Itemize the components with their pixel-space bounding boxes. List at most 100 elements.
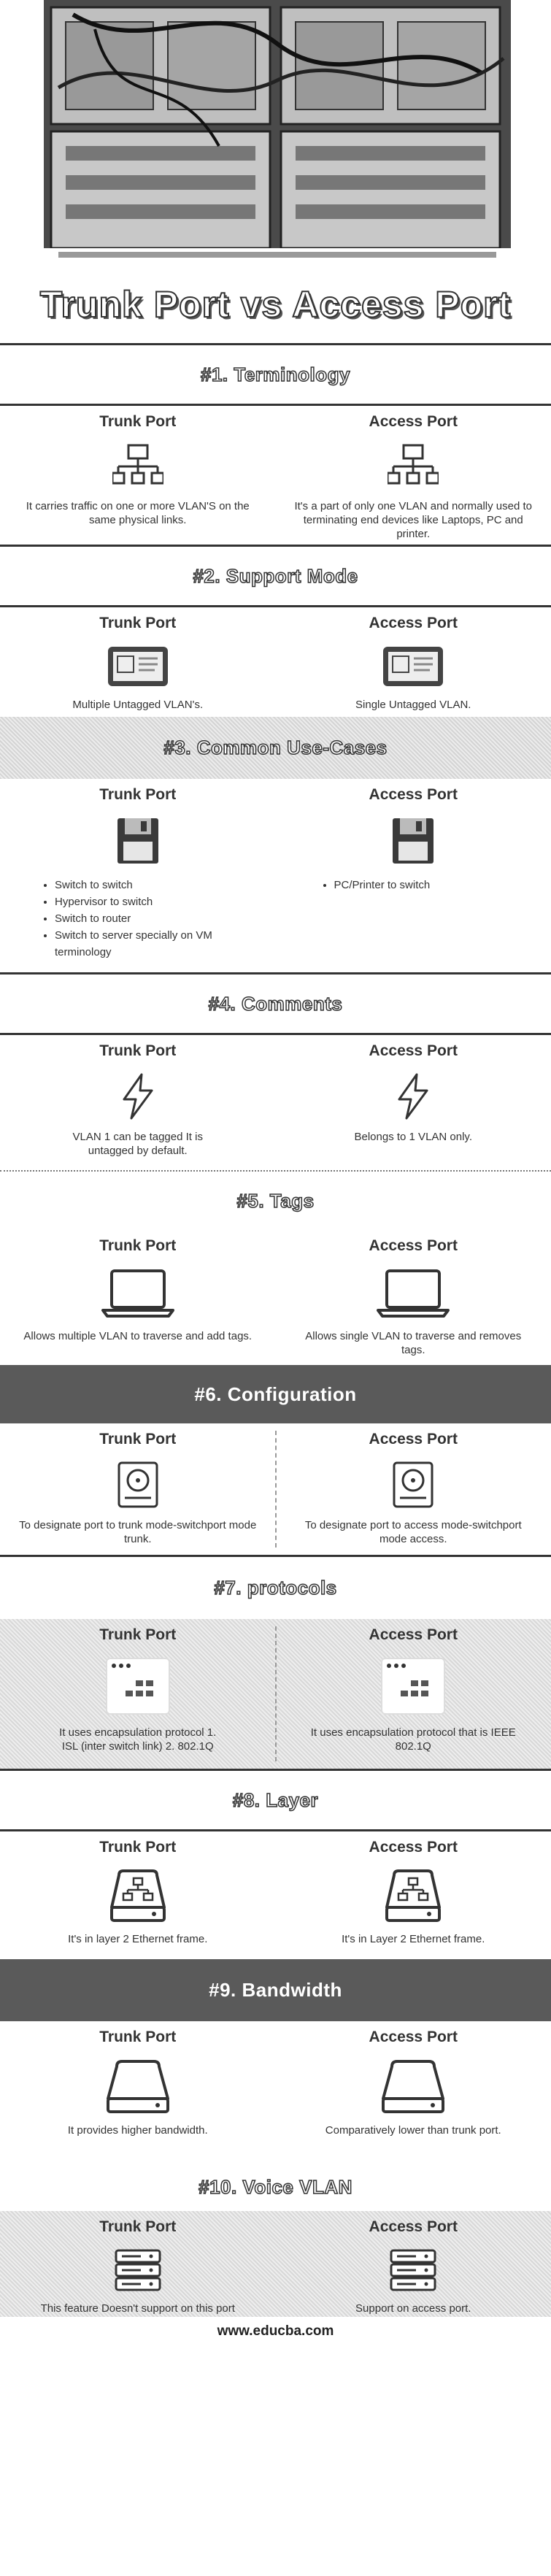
footer-website: www.educba.com	[217, 2323, 334, 2339]
external-drive-icon	[382, 2060, 445, 2113]
access-label: Access Port	[369, 1626, 458, 1643]
trunk-label: Trunk Port	[99, 2029, 177, 2045]
infographic-page: Trunk Port vs Access Port #1. Terminolog…	[0, 0, 551, 2576]
trunk-label: Trunk Port	[99, 615, 177, 631]
section-heading: #4. Comments	[0, 974, 551, 1033]
trunk-description: It provides higher bandwidth.	[67, 2124, 208, 2137]
list-item: Switch to server specially on VM termino…	[55, 927, 261, 961]
access-description: It uses encapsulation protocol that is I…	[310, 1726, 516, 1753]
section-title: #5. Tags	[236, 1189, 315, 1212]
section-heading: #2. Support Mode	[0, 547, 551, 605]
section-heading: #8. Layer	[0, 1771, 551, 1829]
tablet-icon	[107, 647, 168, 686]
section-body: Trunk Port Allows multiple VLAN to trave…	[0, 1230, 551, 1365]
trunk-label: Trunk Port	[99, 2218, 177, 2235]
page-title: Trunk Port vs Access Port	[39, 283, 512, 326]
access-column: Access Port To designate port to access …	[276, 1423, 551, 1555]
access-label: Access Port	[369, 1431, 458, 1447]
access-column: Access Port It uses encapsulation protoc…	[276, 1619, 551, 1769]
access-column: Access Port Comparatively lower than tru…	[276, 2021, 551, 2164]
trunk-column: Trunk Port It uses encapsulation protoco…	[0, 1619, 276, 1769]
section-body: Trunk Port It's in layer 2 Ethernet fram…	[0, 1831, 551, 1959]
access-description: Allows single VLAN to traverse and remov…	[305, 1330, 522, 1356]
external-drive-icon	[106, 2060, 169, 2113]
network-drive-icon	[109, 1869, 166, 1922]
section-title: #1. Terminology	[200, 363, 350, 386]
access-description: Support on access port.	[355, 2302, 471, 2315]
list-item: Switch to router	[55, 910, 261, 927]
list-item: Switch to switch	[55, 877, 261, 893]
trunk-column: Trunk Port It provides higher bandwidth.	[0, 2021, 276, 2164]
lightning-icon	[123, 1073, 153, 1120]
trunk-description: To designate port to trunk mode-switchpo…	[19, 1519, 257, 1545]
trunk-description: It's in layer 2 Ethernet frame.	[68, 1933, 208, 1945]
access-description: Belongs to 1 VLAN only.	[354, 1131, 472, 1143]
trunk-description: Allows multiple VLAN to traverse and add…	[23, 1330, 253, 1342]
list-item: PC/Printer to switch	[334, 877, 431, 893]
trunk-description: VLAN 1 can be tagged It is untagged by d…	[72, 1131, 203, 1157]
access-label: Access Port	[369, 413, 458, 430]
access-label: Access Port	[369, 615, 458, 631]
section-body: Trunk Port To designate port to trunk mo…	[0, 1423, 551, 1555]
trunk-column: Trunk Port VLAN 1 can be tagged It is un…	[0, 1035, 276, 1170]
section-body: Trunk Port It carries traffic on one or …	[0, 406, 551, 545]
title-banner: Trunk Port vs Access Port	[0, 270, 551, 343]
trunk-column: Trunk Port This feature Doesn't support …	[0, 2211, 276, 2317]
harddisk-icon	[117, 1461, 158, 1508]
floppy-icon	[393, 818, 434, 864]
app-window-icon	[105, 1658, 170, 1715]
trunk-label: Trunk Port	[99, 786, 177, 803]
section-heading: #6. Configuration	[0, 1365, 551, 1423]
server-stack-icon	[115, 2249, 161, 2291]
access-description: Comparatively lower than trunk port.	[325, 2124, 501, 2137]
harddisk-icon	[393, 1461, 434, 1508]
section-title: #4. Comments	[208, 992, 343, 1015]
section-heading: #10. Voice VLAN	[0, 2164, 551, 2211]
trunk-description: Multiple Untagged VLAN's.	[72, 699, 204, 711]
trunk-column: Trunk Port It carries traffic on one or …	[0, 406, 276, 545]
trunk-label: Trunk Port	[99, 1431, 177, 1447]
section-body: Trunk Port Switch to switch Hypervisor t…	[0, 779, 551, 972]
trunk-column: Trunk Port Allows multiple VLAN to trave…	[0, 1230, 276, 1365]
section-body: Trunk Port It uses encapsulation protoco…	[0, 1619, 551, 1769]
section-title: #6. Configuration	[194, 1383, 357, 1405]
access-description: Single Untagged VLAN.	[355, 699, 471, 711]
section-heading: #1. Terminology	[0, 345, 551, 404]
section-title: #3. Common Use-Cases	[163, 736, 388, 759]
floppy-icon	[117, 818, 158, 864]
trunk-description: This feature Doesn't support on this por…	[40, 2302, 235, 2315]
laptop-icon	[101, 1269, 174, 1318]
server-rack-illustration	[29, 0, 522, 270]
trunk-label: Trunk Port	[99, 413, 177, 430]
section-heading: #7. protocols	[0, 1557, 551, 1619]
access-column: Access Port It's a part of only one VLAN…	[276, 406, 551, 545]
access-label: Access Port	[369, 1839, 458, 1856]
section-title: #7. protocols	[214, 1576, 337, 1599]
access-column: Access Port Belongs to 1 VLAN only.	[276, 1035, 551, 1170]
access-description: It's in Layer 2 Ethernet frame.	[342, 1933, 485, 1945]
trunk-column: Trunk Port Multiple Untagged VLAN's.	[0, 607, 276, 717]
trunk-column: Trunk Port It's in layer 2 Ethernet fram…	[0, 1831, 276, 1959]
trunk-description: It uses encapsulation protocol 1. ISL (i…	[59, 1726, 217, 1753]
section-heading: #3. Common Use-Cases	[0, 717, 551, 779]
column-divider	[275, 1431, 277, 1547]
section-body: Trunk Port This feature Doesn't support …	[0, 2211, 551, 2317]
laptop-icon	[377, 1269, 450, 1318]
access-label: Access Port	[369, 1042, 458, 1059]
app-window-icon	[381, 1658, 446, 1715]
access-column: Access Port Support on access port.	[276, 2211, 551, 2317]
tablet-icon	[383, 647, 444, 686]
section-title: #9. Bandwidth	[209, 1979, 342, 2001]
hero-image	[0, 0, 551, 270]
server-stack-icon	[390, 2249, 436, 2291]
network-tree-icon	[388, 444, 439, 485]
column-divider	[275, 1626, 277, 1761]
access-description: To designate port to access mode-switchp…	[304, 1519, 522, 1545]
section-title: #2. Support Mode	[193, 564, 358, 588]
trunk-use-case-list: Switch to switch Hypervisor to switch Sw…	[40, 877, 261, 961]
section-body: Trunk Port Multiple Untagged VLAN's. Acc…	[0, 607, 551, 717]
trunk-label: Trunk Port	[99, 1237, 177, 1254]
access-column: Access Port It's in Layer 2 Ethernet fra…	[276, 1831, 551, 1959]
access-column: Access Port Single Untagged VLAN.	[276, 607, 551, 717]
trunk-description: It carries traffic on one or more VLAN'S…	[26, 500, 250, 526]
